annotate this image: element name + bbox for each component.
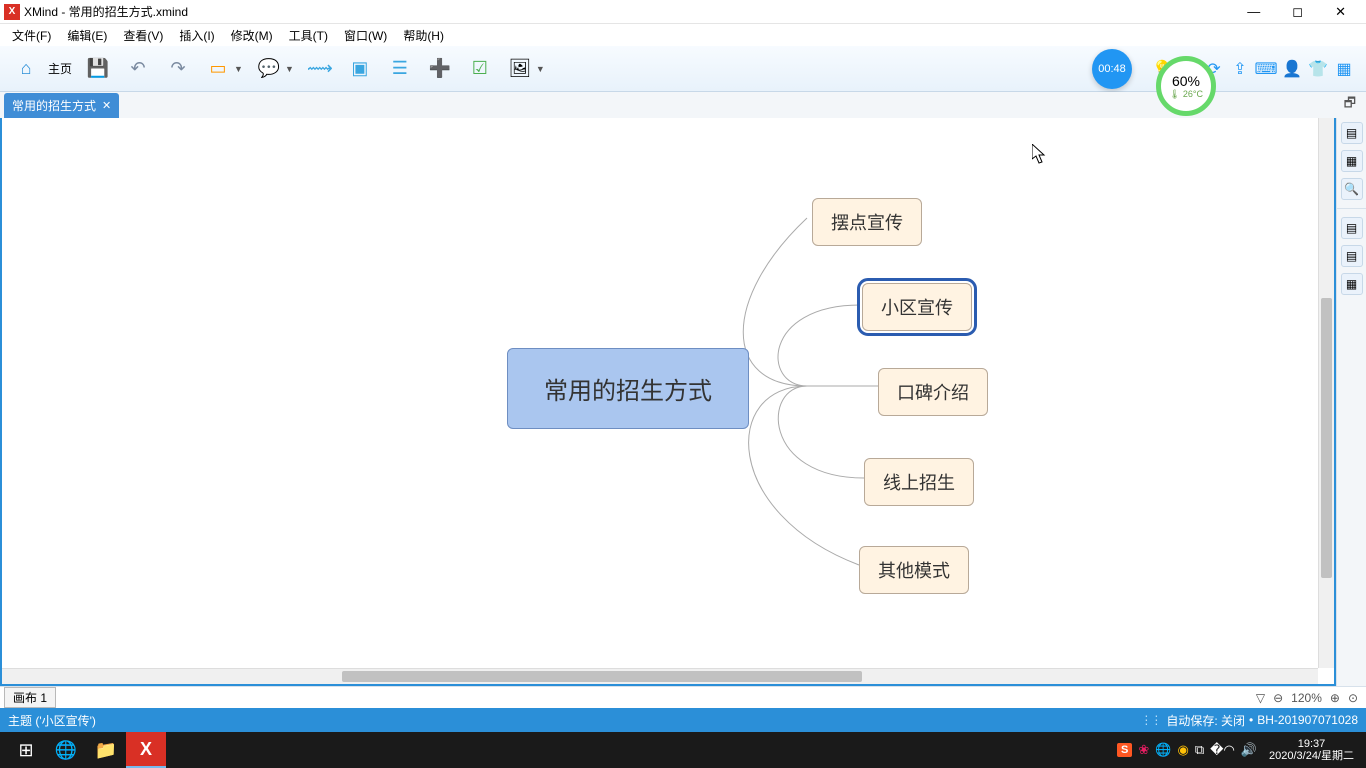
main-area: 常用的招生方式 摆点宣传 小区宣传 口碑介绍 线上招生 其他模式 ▤ ▦ 🔍 ▤… <box>0 118 1366 686</box>
scrollbar-thumb[interactable] <box>342 671 862 682</box>
side-panel: ▤ ▦ 🔍 ▤ ▤ ▦ <box>1336 118 1366 686</box>
menubar: 文件(F) 编辑(E) 查看(V) 插入(I) 修改(M) 工具(T) 窗口(W… <box>0 24 1366 46</box>
boundary-button[interactable]: ▣ <box>343 52 377 86</box>
menu-edit[interactable]: 编辑(E) <box>59 25 115 46</box>
taskbar-explorer-icon[interactable]: 📁 <box>86 732 126 768</box>
sidepanel-properties-icon[interactable]: ▦ <box>1341 150 1363 172</box>
close-button[interactable]: ✕ <box>1329 4 1352 20</box>
scrollbar-thumb[interactable] <box>1321 298 1332 578</box>
mindmap-child-node[interactable]: 口碑介绍 <box>878 368 988 416</box>
menu-file[interactable]: 文件(F) <box>4 25 59 46</box>
home-button[interactable]: ⌂ <box>9 52 43 86</box>
dropdown-icon[interactable]: ▼ <box>234 64 243 74</box>
zoom-fit-button[interactable]: ⊙ <box>1344 691 1362 705</box>
maximize-button[interactable]: ◻ <box>1286 4 1309 20</box>
zoom-out-button[interactable]: ⊖ <box>1269 691 1287 705</box>
tray-volume-icon[interactable]: 🔊 <box>1241 742 1257 758</box>
mindmap-root-node[interactable]: 常用的招生方式 <box>507 348 749 429</box>
topic-button[interactable]: ▭ <box>201 52 235 86</box>
task-button[interactable]: ☑ <box>463 52 497 86</box>
status-selection: 主题 ('小区宣传') <box>8 712 96 729</box>
tray-wifi-icon[interactable]: �◠ <box>1210 742 1235 758</box>
sidepanel-theme-icon[interactable]: ▦ <box>1341 273 1363 295</box>
marker-button[interactable]: ➕ <box>423 52 457 86</box>
taskbar-browser-icon[interactable]: 🌐 <box>46 732 86 768</box>
menu-help[interactable]: 帮助(H) <box>395 25 452 46</box>
tab-minimize-icon[interactable]: 🗗 <box>1338 92 1362 118</box>
clock-date: 2020/3/24/星期二 <box>1269 750 1354 762</box>
sidepanel-markers-icon[interactable]: ▤ <box>1341 217 1363 239</box>
tray-sogou-icon[interactable]: S <box>1117 743 1132 757</box>
tray-flower-icon[interactable]: ❀ <box>1138 742 1149 758</box>
status-autosave: 自动保存: 关闭 <box>1166 712 1245 729</box>
status-bar: 主题 ('小区宣传') ⋮⋮ 自动保存: 关闭 • BH-20190707102… <box>0 708 1366 732</box>
clock-time: 19:37 <box>1269 738 1354 750</box>
dropdown-icon[interactable]: ▼ <box>285 64 294 74</box>
app-icon: X <box>4 4 20 20</box>
taskbar-xmind-icon[interactable]: X <box>126 732 166 768</box>
menu-view[interactable]: 查看(V) <box>115 25 171 46</box>
system-gauge[interactable]: 60% 🌡 26°C <box>1156 56 1216 116</box>
titlebar: X XMind - 常用的招生方式.xmind — ◻ ✕ <box>0 0 1366 24</box>
window-title: XMind - 常用的招生方式.xmind <box>24 3 1241 20</box>
taskbar: ⊞ 🌐 📁 X S ❀ 🌐 ◉ ⧉ �◠ 🔊 19:37 2020/3/24/星… <box>0 732 1366 768</box>
menu-window[interactable]: 窗口(W) <box>336 25 395 46</box>
status-separator: • <box>1249 713 1253 727</box>
sidepanel-outline-icon[interactable]: ▤ <box>1341 122 1363 144</box>
gauge-percent: 60% <box>1172 73 1200 89</box>
zoom-in-button[interactable]: ⊕ <box>1326 691 1344 705</box>
undo-button[interactable]: ↶ <box>121 52 155 86</box>
system-tray: S ❀ 🌐 ◉ ⧉ �◠ 🔊 19:37 2020/3/24/星期二 <box>1117 738 1360 762</box>
image-button[interactable]: 🖼 <box>503 52 537 86</box>
mindmap-child-node[interactable]: 其他模式 <box>859 546 969 594</box>
menu-insert[interactable]: 插入(I) <box>171 25 222 46</box>
mindmap-child-node[interactable]: 摆点宣传 <box>812 198 922 246</box>
taskbar-clock[interactable]: 19:37 2020/3/24/星期二 <box>1263 738 1360 762</box>
keyboard-icon[interactable]: ⌨ <box>1256 59 1276 79</box>
minimize-button[interactable]: — <box>1241 4 1266 20</box>
menu-icon[interactable]: ▦ <box>1334 59 1354 79</box>
grip-icon[interactable]: ⋮⋮ <box>1140 713 1160 727</box>
mindmap-child-node[interactable]: 线上招生 <box>864 458 974 506</box>
horizontal-scrollbar[interactable] <box>2 668 1318 684</box>
sidepanel-search-icon[interactable]: 🔍 <box>1341 178 1363 200</box>
home-label: 主页 <box>48 60 72 77</box>
status-machine: BH-201907071028 <box>1257 713 1358 727</box>
summary-button[interactable]: ☰ <box>383 52 417 86</box>
gauge-temp: 🌡 26°C <box>1169 89 1203 100</box>
sidepanel-icon[interactable]: ▤ <box>1341 245 1363 267</box>
share-icon[interactable]: ⇪ <box>1230 59 1250 79</box>
tray-taskview-icon[interactable]: ⧉ <box>1195 742 1204 758</box>
redo-button[interactable]: ↷ <box>161 52 195 86</box>
tray-browser-icon[interactable]: 🌐 <box>1155 742 1171 758</box>
sheet-tab[interactable]: 画布 1 <box>4 687 56 708</box>
filter-icon[interactable]: ▽ <box>1252 691 1269 705</box>
tab-close-icon[interactable]: ✕ <box>102 99 111 112</box>
tshirt-icon[interactable]: 👕 <box>1308 59 1328 79</box>
mouse-cursor-icon <box>1032 144 1046 164</box>
document-tab[interactable]: 常用的招生方式 ✕ <box>4 93 119 118</box>
tray-360-icon[interactable]: ◉ <box>1177 742 1188 758</box>
relationship-button[interactable]: ⟿ <box>303 52 337 86</box>
canvas[interactable]: 常用的招生方式 摆点宣传 小区宣传 口碑介绍 线上招生 其他模式 <box>0 118 1336 686</box>
sheet-bar: 画布 1 ▽ ⊖ 120% ⊕ ⊙ <box>0 686 1366 708</box>
user-icon[interactable]: 👤 <box>1282 59 1302 79</box>
timer-badge[interactable]: 00:48 <box>1092 49 1132 89</box>
mindmap-child-node[interactable]: 小区宣传 <box>862 283 972 331</box>
note-button[interactable]: 💬 <box>252 52 286 86</box>
vertical-scrollbar[interactable] <box>1318 118 1334 668</box>
save-button[interactable]: 💾 <box>81 52 115 86</box>
dropdown-icon[interactable]: ▼ <box>536 64 545 74</box>
start-button[interactable]: ⊞ <box>6 732 46 768</box>
zoom-level[interactable]: 120% <box>1287 691 1326 705</box>
tab-label: 常用的招生方式 <box>12 97 96 114</box>
window-controls: — ◻ ✕ <box>1241 4 1362 20</box>
menu-modify[interactable]: 修改(M) <box>223 25 281 46</box>
menu-tools[interactable]: 工具(T) <box>281 25 336 46</box>
